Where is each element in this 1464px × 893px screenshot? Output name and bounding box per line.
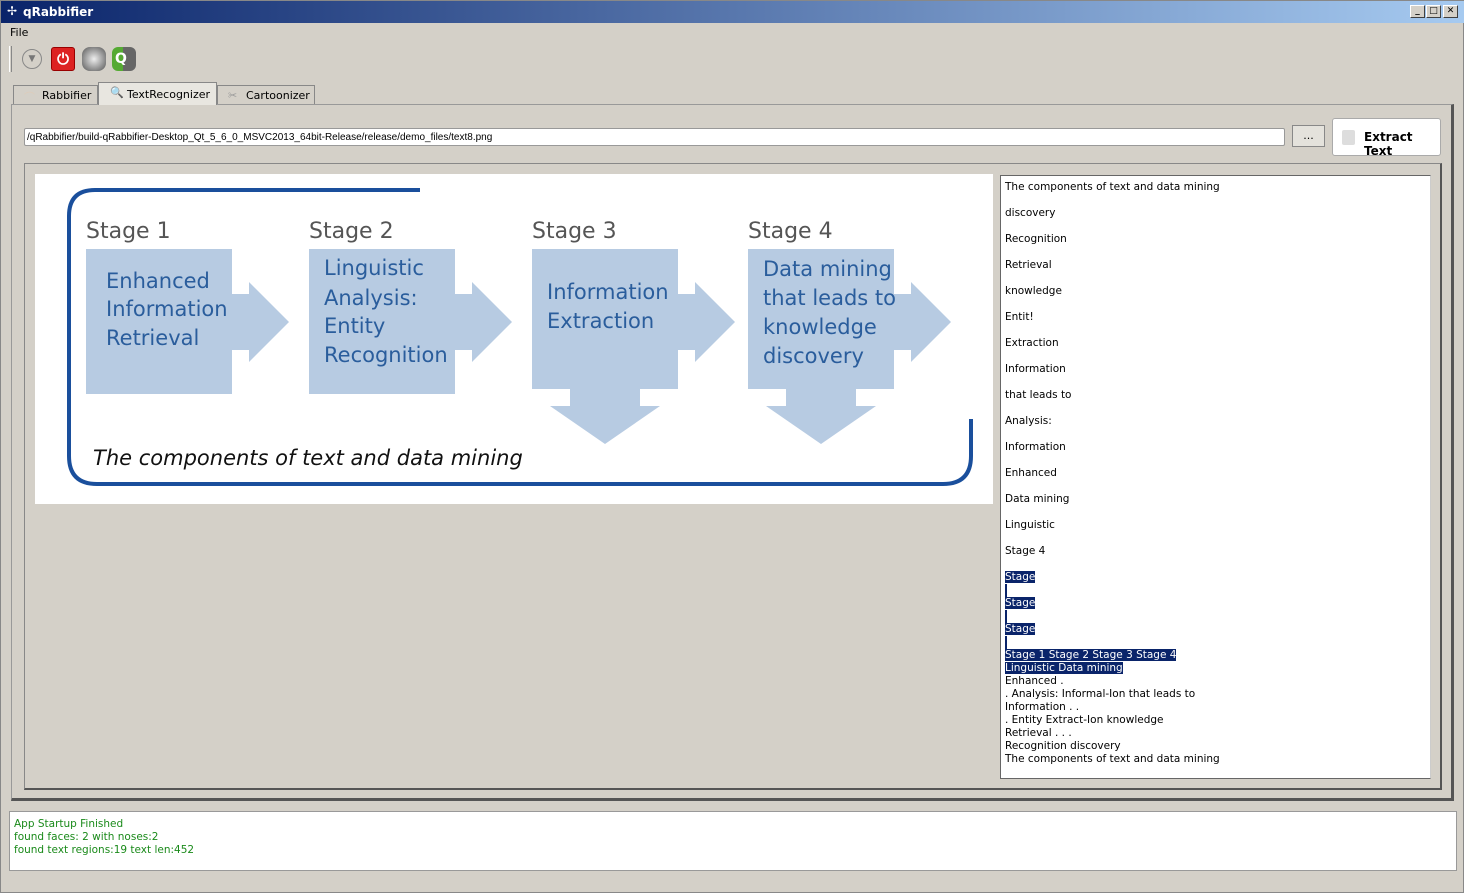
text-region-item[interactable]: Entit! [1005, 311, 1034, 323]
log-line: found faces: 2 with noses:2 [14, 831, 159, 843]
text-region-item[interactable]: Retrieval . . . [1005, 727, 1072, 739]
arrow-down [766, 389, 876, 444]
text-region-item[interactable]: Information [1005, 363, 1066, 375]
log-line: found text regions:19 text len:452 [14, 844, 195, 856]
text-region-item[interactable]: Enhanced . [1005, 675, 1064, 687]
title-bar: ✢ qRabbifier _ □ ✕ [1, 1, 1464, 23]
text-region-item[interactable]: Stage 1 Stage 2 Stage 3 Stage 4 [1005, 649, 1177, 661]
box-text: Enhanced [106, 269, 210, 293]
text-region-item[interactable]: Linguistic Data mining [1005, 662, 1123, 674]
selection-bar [1005, 584, 1007, 597]
tab-cartoonizer[interactable]: ✂ Cartoonizer [217, 85, 315, 105]
box-text: discovery [763, 344, 864, 368]
box-text: Linguistic [324, 256, 424, 280]
box-text: Information [106, 297, 228, 321]
window-title: qRabbifier [23, 5, 94, 19]
diagram: Stage 1 Enhanced Information Retrieval Stage… [67, 188, 973, 486]
text-region-item[interactable]: . Entity Extract-Ion knowledge [1005, 714, 1164, 726]
rabbit-icon: ⌒ [24, 91, 35, 104]
text-region-item[interactable]: Stage [1005, 571, 1036, 583]
box-text: Data mining [763, 257, 892, 281]
text-region-item[interactable]: that leads to [1005, 389, 1072, 401]
file-path-input[interactable] [24, 128, 1285, 146]
selection-bar [1005, 636, 1007, 649]
log-output: App Startup Finished found faces: 2 with… [9, 811, 1457, 871]
maximize-button[interactable]: □ [1426, 5, 1441, 18]
text-region-item[interactable]: Retrieval [1005, 259, 1052, 271]
face-icon[interactable] [82, 47, 106, 71]
extract-text-button[interactable]: Extract Text [1332, 118, 1441, 158]
menu-file[interactable]: File [10, 26, 28, 39]
selection-bar [1005, 610, 1007, 623]
menu-bar: File [1, 23, 1464, 41]
rabbit-icon: ✢ [7, 4, 18, 18]
arrow-right [894, 282, 951, 362]
log-line: App Startup Finished [14, 818, 124, 830]
box-text: Analysis: [324, 286, 418, 310]
text-region-item[interactable]: Data mining [1005, 493, 1069, 505]
document-icon [1342, 130, 1355, 145]
arrow-down [550, 389, 660, 444]
minimize-button[interactable]: _ [1410, 5, 1425, 18]
tab-textrecognizer[interactable]: 🔍 TextRecognizer [98, 82, 217, 105]
image-preview: Stage 1 Enhanced Information Retrieval Stage… [35, 174, 993, 504]
text-region-item[interactable]: Linguistic [1005, 519, 1055, 531]
text-region-item[interactable]: Stage [1005, 623, 1036, 635]
box-text: Entity [324, 314, 385, 338]
text-region-item[interactable]: The components of text and data mining [1005, 181, 1220, 193]
stage-label: Stage 4 [748, 219, 833, 244]
power-icon[interactable]: ⏻ [51, 47, 75, 71]
text-region-item[interactable]: Analysis: [1005, 415, 1052, 427]
arrow-right [678, 282, 735, 362]
stage-label: Stage 3 [532, 219, 617, 244]
box-text: knowledge [763, 315, 877, 339]
text-region-item[interactable]: Recognition discovery [1005, 740, 1121, 752]
text-region-item[interactable]: Information [1005, 441, 1066, 453]
text-region-item[interactable]: Stage [1005, 597, 1036, 609]
extracted-text-panel[interactable]: The components of text and data mining di… [1000, 175, 1431, 779]
face-q-icon[interactable]: Q [112, 47, 136, 71]
text-region-item[interactable]: Information . . [1005, 701, 1079, 713]
text-region-item[interactable]: Enhanced [1005, 467, 1057, 479]
box-text: Retrieval [106, 326, 199, 350]
toolbar-handle[interactable] [9, 46, 12, 72]
cartoon-icon: ✂ [228, 89, 238, 102]
text-region-item[interactable]: . Analysis: Informal-Ion that leads to [1005, 688, 1195, 700]
box-text: Information [547, 280, 669, 304]
stage-label: Stage 1 [86, 219, 171, 244]
tab-rabbifier[interactable]: ⌒ Rabbifier [13, 85, 98, 105]
text-region-item[interactable]: discovery [1005, 207, 1055, 219]
dropdown-icon[interactable]: ▼ [22, 49, 42, 69]
box-text: Extraction [547, 309, 654, 333]
box-text: that leads to [763, 286, 896, 310]
box-text: Recognition [324, 343, 448, 367]
arrow-right [455, 282, 512, 362]
browse-button[interactable]: ... [1292, 125, 1325, 147]
close-button[interactable]: ✕ [1443, 5, 1458, 18]
arrow-right [232, 282, 289, 362]
magnifier-icon: 🔍 [110, 86, 124, 99]
text-region-item[interactable]: Extraction [1005, 337, 1059, 349]
text-region-item[interactable]: The components of text and data mining [1005, 753, 1220, 765]
text-region-item[interactable]: knowledge [1005, 285, 1062, 297]
text-region-item[interactable]: Recognition [1005, 233, 1067, 245]
diagram-caption: The components of text and data mining [93, 446, 523, 470]
text-region-item[interactable]: Stage 4 [1005, 545, 1045, 557]
stage-label: Stage 2 [309, 219, 394, 244]
